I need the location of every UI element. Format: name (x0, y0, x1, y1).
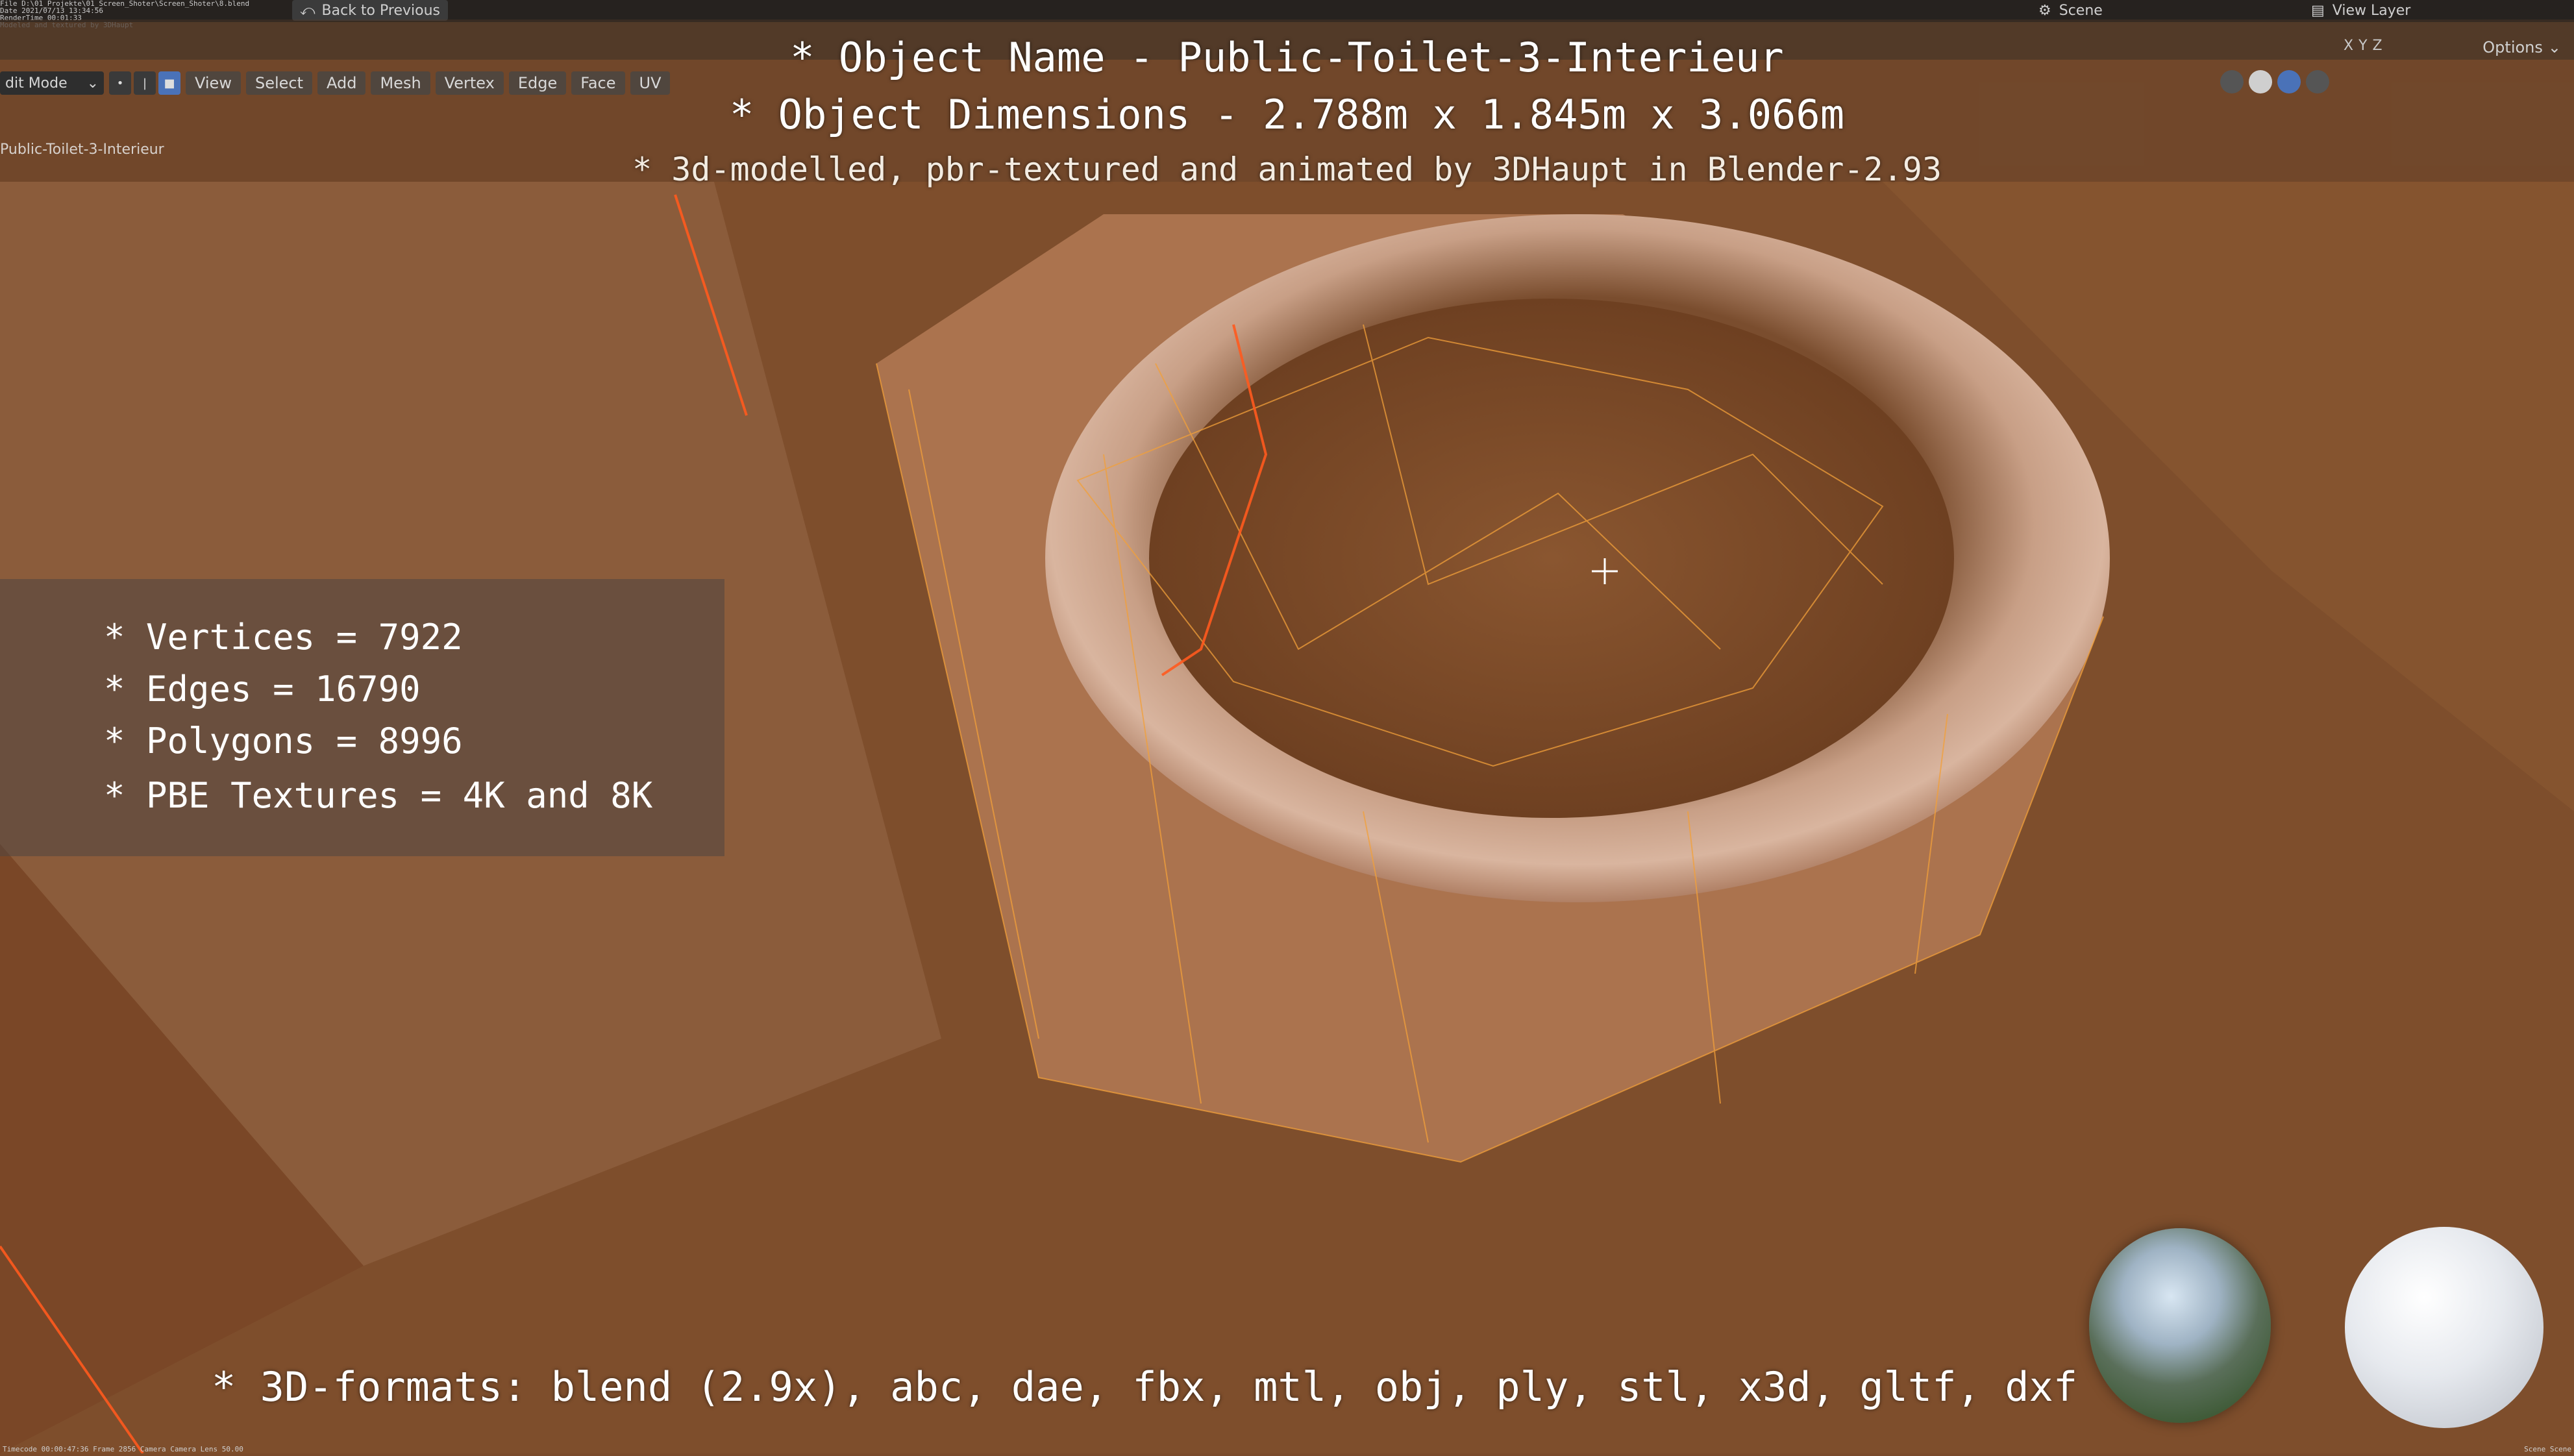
scene-label: Scene (2059, 2, 2103, 19)
view-layer-icon: ▤ (2311, 2, 2325, 19)
active-object-label: Public-Toilet-3-Interieur (0, 142, 164, 158)
rendered-shading-icon[interactable] (2306, 70, 2329, 93)
wireframe-shading-icon[interactable] (2220, 70, 2244, 93)
view-layer-label: View Layer (2332, 2, 2411, 19)
material-preview-shading-icon[interactable] (2277, 70, 2301, 93)
scene-selector[interactable]: ⚙ Scene (2038, 1, 2259, 19)
edge-select-icon[interactable]: | (134, 71, 156, 95)
edit-mode-menu-row: dit Mode ⌄ • | ■ View Select Add Mesh Ve… (0, 70, 671, 96)
vertices-stat: * Vertices = 7922 (104, 617, 463, 658)
options-button[interactable]: Options ⌄ (2482, 38, 2561, 57)
chevron-down-icon: ⌄ (2547, 38, 2561, 56)
mode-selector[interactable]: dit Mode ⌄ (0, 71, 104, 95)
axis-y-button[interactable]: Y (2358, 38, 2367, 54)
polygons-stat: * Polygons = 8996 (104, 721, 463, 761)
menu-edge[interactable]: Edge (508, 71, 567, 95)
mesh-stats-panel: * Vertices = 7922 * Edges = 16790 * Poly… (0, 579, 724, 856)
edges-stat: * Edges = 16790 (104, 669, 421, 709)
view-layer-selector[interactable]: ▤ View Layer (2311, 1, 2545, 19)
title-overlay: * Object Name - Public-Toilet-3-Interieu… (0, 19, 2574, 188)
axis-lock-buttons: X Y Z (2344, 38, 2382, 54)
credits-title: * 3d-modelled, pbr-textured and animated… (632, 151, 1942, 188)
status-footer: Timecode 00:00:47:36 Frame 2856 Camera C… (0, 1445, 2574, 1453)
menu-mesh[interactable]: Mesh (371, 71, 430, 95)
menu-uv[interactable]: UV (630, 71, 671, 95)
chevron-down-icon: ⌄ (86, 75, 99, 92)
top-bar: File D:\01_Projekte\01_Screen_Shoter\Scr… (0, 0, 2574, 29)
solid-shading-icon[interactable] (2249, 70, 2272, 93)
face-select-icon[interactable]: ■ (158, 71, 180, 95)
menu-add[interactable]: Add (317, 71, 366, 95)
back-to-previous-button[interactable]: ⤺ Back to Previous (292, 0, 448, 21)
timecode-info: Timecode 00:00:47:36 Frame 2856 Camera C… (3, 1445, 243, 1453)
shading-buttons (2220, 70, 2329, 93)
formats-overlay: * 3D-formats: blend (2.9x), abc, dae, fb… (212, 1363, 2078, 1411)
back-arrow-icon: ⤺ (300, 2, 316, 19)
object-dimensions-title: * Object Dimensions - 2.788m x 1.845m x … (729, 91, 1845, 138)
scene-info: Scene Scene (2524, 1445, 2571, 1453)
select-mode-buttons: • | ■ (109, 71, 180, 95)
menu-vertex[interactable]: Vertex (435, 71, 504, 95)
vertex-select-icon[interactable]: • (109, 71, 131, 95)
textures-stat: * PBE Textures = 4K and 8K (104, 775, 653, 816)
diffuse-preview-sphere (2345, 1227, 2543, 1428)
menu-face[interactable]: Face (571, 71, 625, 95)
menu-select[interactable]: Select (245, 71, 312, 95)
mode-label: dit Mode (5, 75, 68, 92)
menu-view[interactable]: View (186, 71, 241, 95)
3d-cursor-icon (1592, 558, 1618, 584)
axis-z-button[interactable]: Z (2373, 38, 2382, 54)
scene-icon: ⚙ (2038, 2, 2051, 19)
options-label: Options (2482, 38, 2543, 56)
axis-x-button[interactable]: X (2344, 38, 2353, 54)
hdri-preview-sphere (2089, 1228, 2271, 1423)
back-to-previous-label: Back to Previous (321, 2, 440, 19)
